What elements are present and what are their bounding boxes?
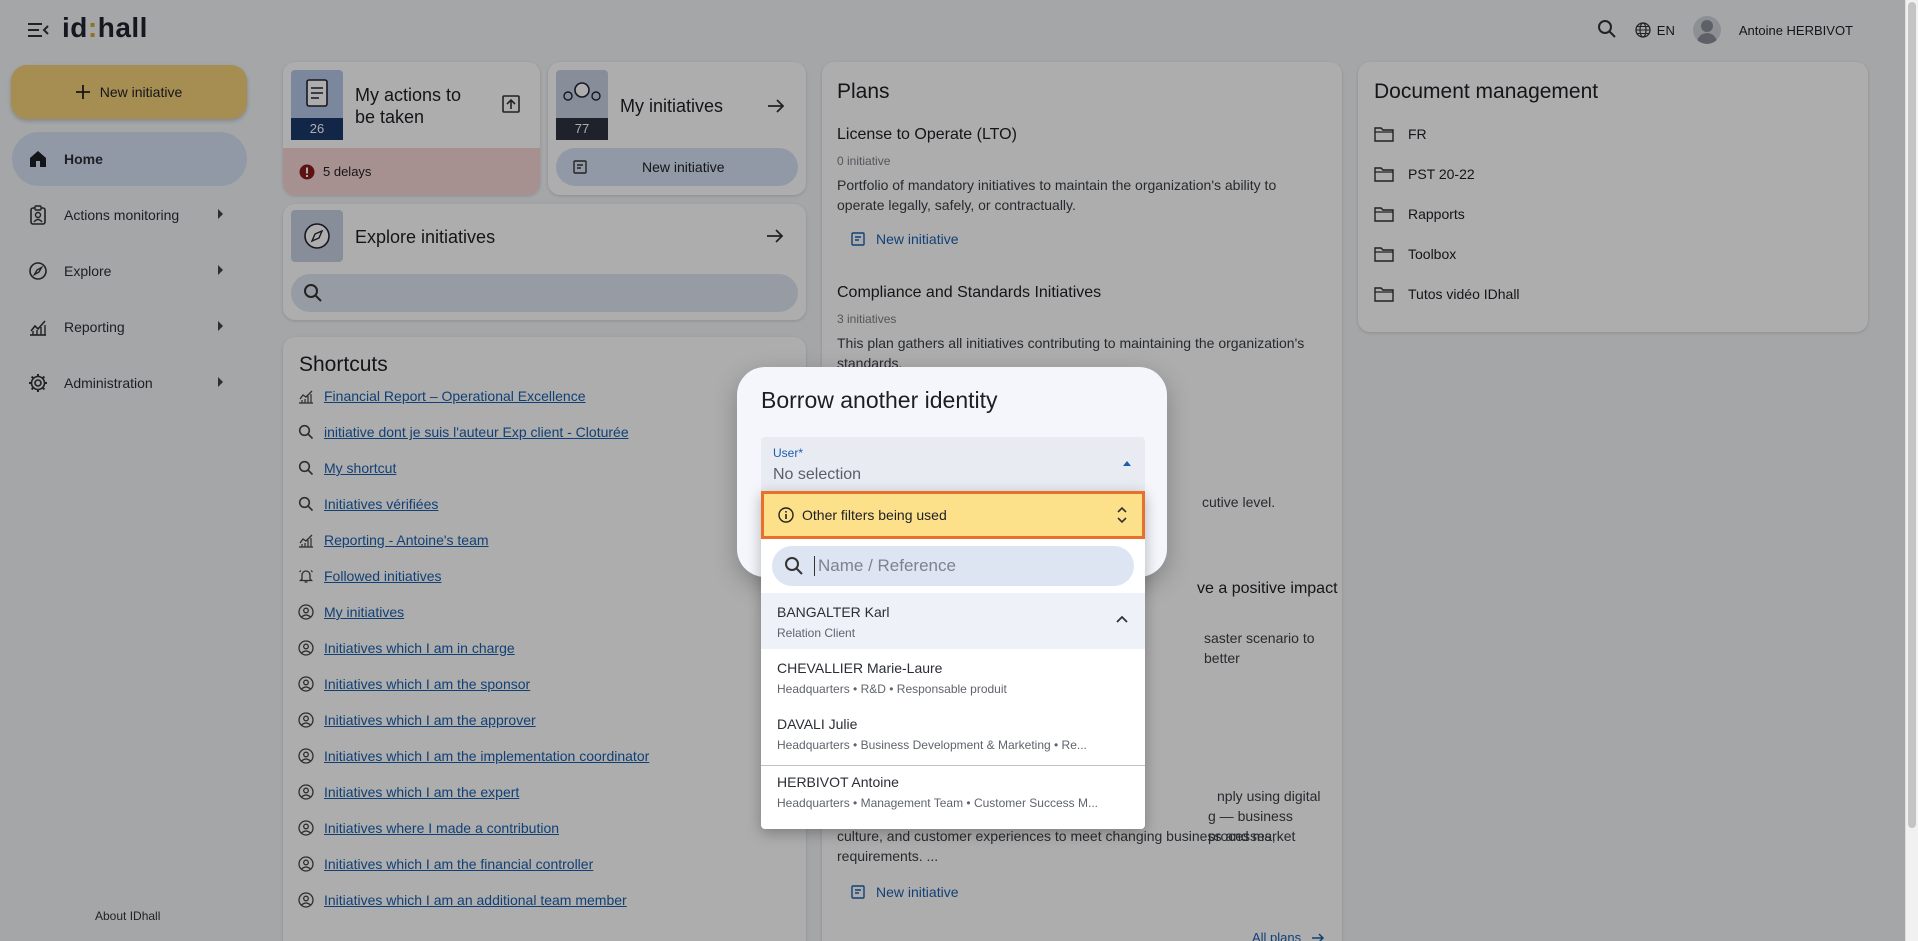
info-icon bbox=[778, 507, 794, 523]
dropdown-search bbox=[772, 546, 1134, 586]
option-details: Headquarters • R&D • Responsable produit bbox=[777, 682, 1007, 696]
option-name: HERBIVOT Antoine bbox=[777, 774, 899, 790]
name-reference-input[interactable] bbox=[814, 556, 1114, 576]
user-option[interactable]: DAVALI Julie Headquarters • Business Deve… bbox=[761, 705, 1145, 761]
page-scrollbar[interactable] bbox=[1905, 0, 1918, 941]
option-details: Headquarters • Management Team • Custome… bbox=[777, 796, 1098, 810]
expand-collapse-icon[interactable] bbox=[1116, 505, 1128, 525]
option-details: Relation Client bbox=[777, 626, 856, 640]
option-name: BANGALTER Karl bbox=[777, 604, 890, 620]
caret-up-icon bbox=[1123, 461, 1131, 466]
option-name: DAVALI Julie bbox=[777, 716, 858, 732]
other-filters-banner[interactable]: Other filters being used bbox=[761, 491, 1145, 539]
user-select-value: No selection bbox=[773, 466, 862, 483]
user-select-label: User* bbox=[773, 446, 804, 460]
scrollbar-thumb[interactable] bbox=[1908, 2, 1916, 828]
user-option[interactable]: BANGALTER Karl Relation Client bbox=[761, 593, 1145, 649]
user-option[interactable]: CHEVALLIER Marie-Laure Headquarters • R&D… bbox=[761, 649, 1145, 705]
user-select[interactable]: User* No selection bbox=[761, 437, 1145, 493]
divider bbox=[761, 765, 1145, 766]
option-details: Headquarters • Business Development & Ma… bbox=[777, 738, 1087, 752]
option-name: CHEVALLIER Marie-Laure bbox=[777, 660, 943, 676]
user-dropdown: Other filters being used BANGALTER Karl R… bbox=[761, 491, 1145, 829]
chevron-up-icon[interactable] bbox=[1115, 611, 1129, 629]
user-option[interactable]: HERBIVOT Antoine Headquarters • Managemen… bbox=[761, 763, 1145, 819]
search-icon bbox=[785, 557, 803, 575]
dialog-title: Borrow another identity bbox=[761, 387, 998, 413]
